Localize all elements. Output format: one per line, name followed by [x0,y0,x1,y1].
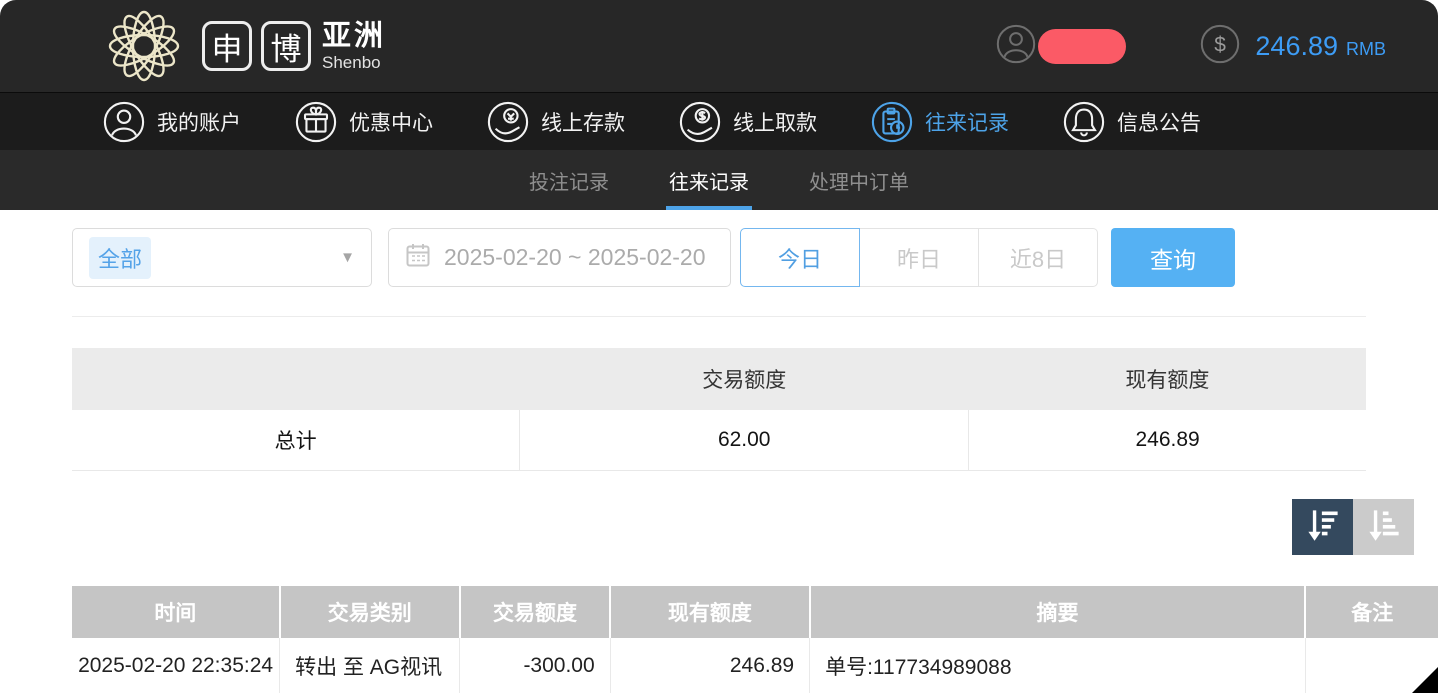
date-range-input[interactable]: 2025-02-20 ~ 2025-02-20 [388,228,731,287]
date-range-value: 2025-02-20 ~ 2025-02-20 [444,244,706,271]
record-type: 转出 至 AG视讯 [280,638,460,693]
username-pill [1038,29,1126,64]
record-current-balance: 246.89 [610,638,809,693]
nav-item-deposit[interactable]: 线上存款 [487,101,625,143]
yesterday-button[interactable]: 昨日 [859,228,979,287]
records-header-summary: 摘要 [810,586,1306,638]
nav-label: 往来记录 [925,107,1009,137]
records-icon [871,101,913,143]
summary-header-current-balance: 现有额度 [969,348,1366,410]
calendar-icon [405,242,431,274]
nav-item-withdraw[interactable]: 线上取款 [679,101,817,143]
tab-processing-orders[interactable]: 处理中订单 [806,150,912,210]
quick-date-group: 今日 昨日 近8日 [740,228,1098,287]
summary-header-transaction-amount: 交易额度 [520,348,969,410]
summary-header-empty [72,348,520,410]
bell-icon [1063,101,1105,143]
logo-region-cn: 亚洲 [322,22,386,51]
sub-tabs: 投注记录 往来记录 处理中订单 [0,150,1438,210]
main-nav: 我的账户 优惠中心 [0,92,1438,150]
brand-logo[interactable]: 申 博 亚洲 Shenbo [98,3,386,89]
today-button[interactable]: 今日 [740,228,860,287]
summary-table: 交易额度 现有额度 总计 62.00 246.89 [72,348,1366,471]
record-transaction-amount: -300.00 [460,638,610,693]
records-header-type: 交易类别 [280,586,460,638]
today-label: 今日 [778,242,822,274]
nav-label: 优惠中心 [349,107,433,137]
summary-total-row: 总计 62.00 246.89 [72,410,1366,470]
top-header: 申 博 亚洲 Shenbo [0,0,1438,92]
yesterday-label: 昨日 [897,242,941,274]
back-to-top-corner[interactable] [1412,667,1438,693]
table-row: 2025-02-20 22:35:24 转出 至 AG视讯 -300.00 24… [72,638,1438,693]
sort-descending-button[interactable] [1292,499,1353,555]
nav-item-announcements[interactable]: 信息公告 [1063,101,1201,143]
summary-total-label: 总计 [72,410,520,470]
tab-label: 处理中订单 [809,166,909,195]
withdraw-icon [679,101,721,143]
logo-name-en: Shenbo [322,54,386,71]
content-area: 全部 ▼ 2025-02-20 ~ 2025-02-20 今日 昨日 近8日 [0,228,1438,693]
sort-ascending-icon [1366,508,1402,545]
records-header-row: 时间 交易类别 交易额度 现有额度 摘要 备注 [72,586,1438,638]
record-summary: 单号:117734989088 [810,638,1306,693]
sort-descending-icon [1305,508,1341,545]
records-header-remark: 备注 [1305,586,1438,638]
nav-item-my-account[interactable]: 我的账户 [103,101,241,143]
summary-total-transaction-amount: 62.00 [520,410,969,470]
nav-item-transaction-records[interactable]: 往来记录 [871,101,1009,143]
nav-item-promotions[interactable]: 优惠中心 [295,101,433,143]
records-table: 时间 交易类别 交易额度 现有额度 摘要 备注 2025-02-20 22:35… [72,586,1438,693]
logo-char-box-2: 博 [261,21,311,71]
sort-controls [72,499,1414,555]
logo-char-box-1: 申 [202,21,252,71]
type-select[interactable]: 全部 ▼ [72,228,372,287]
logo-char-1: 申 [212,24,243,69]
filter-bar: 全部 ▼ 2025-02-20 ~ 2025-02-20 今日 昨日 近8日 [72,228,1366,287]
search-button[interactable]: 查询 [1111,228,1235,287]
balance-currency: RMB [1346,39,1386,60]
summary-total-current-balance: 246.89 [969,410,1366,470]
balance-amount: 246.89 [1255,31,1338,62]
user-icon [103,101,145,143]
logo-region: 亚洲 Shenbo [322,22,386,71]
record-time: 2025-02-20 22:35:24 [72,638,280,693]
last-8-days-label: 近8日 [1010,242,1066,274]
section-divider [72,316,1366,317]
last-8-days-button[interactable]: 近8日 [978,228,1098,287]
nav-label: 我的账户 [157,107,241,137]
selected-type-chip: 全部 [89,237,151,279]
account-summary: $ 246.89 RMB [996,0,1386,92]
gift-icon [295,101,337,143]
tab-transaction-records[interactable]: 往来记录 [666,150,752,210]
summary-header-row: 交易额度 现有额度 [72,348,1366,410]
sort-ascending-button[interactable] [1353,499,1414,555]
deposit-icon [487,101,529,143]
tab-betting-records[interactable]: 投注记录 [526,150,612,210]
nav-label: 线上取款 [733,107,817,137]
svg-text:$: $ [1215,33,1227,56]
tab-label: 投注记录 [529,166,609,195]
flower-logo-icon [98,3,190,89]
user-account[interactable] [996,24,1126,69]
chevron-down-icon: ▼ [340,249,355,266]
avatar-icon [996,24,1036,69]
nav-label: 信息公告 [1117,107,1201,137]
logo-char-2: 博 [271,24,302,69]
records-header-time: 时间 [72,586,280,638]
wallet-balance[interactable]: $ 246.89 RMB [1200,24,1386,69]
nav-label: 线上存款 [541,107,625,137]
tab-label: 往来记录 [669,166,749,195]
page: 申 博 亚洲 Shenbo [0,0,1438,693]
records-header-current-balance: 现有额度 [610,586,809,638]
records-header-transaction-amount: 交易额度 [460,586,610,638]
coin-dollar-icon: $ [1200,24,1240,69]
